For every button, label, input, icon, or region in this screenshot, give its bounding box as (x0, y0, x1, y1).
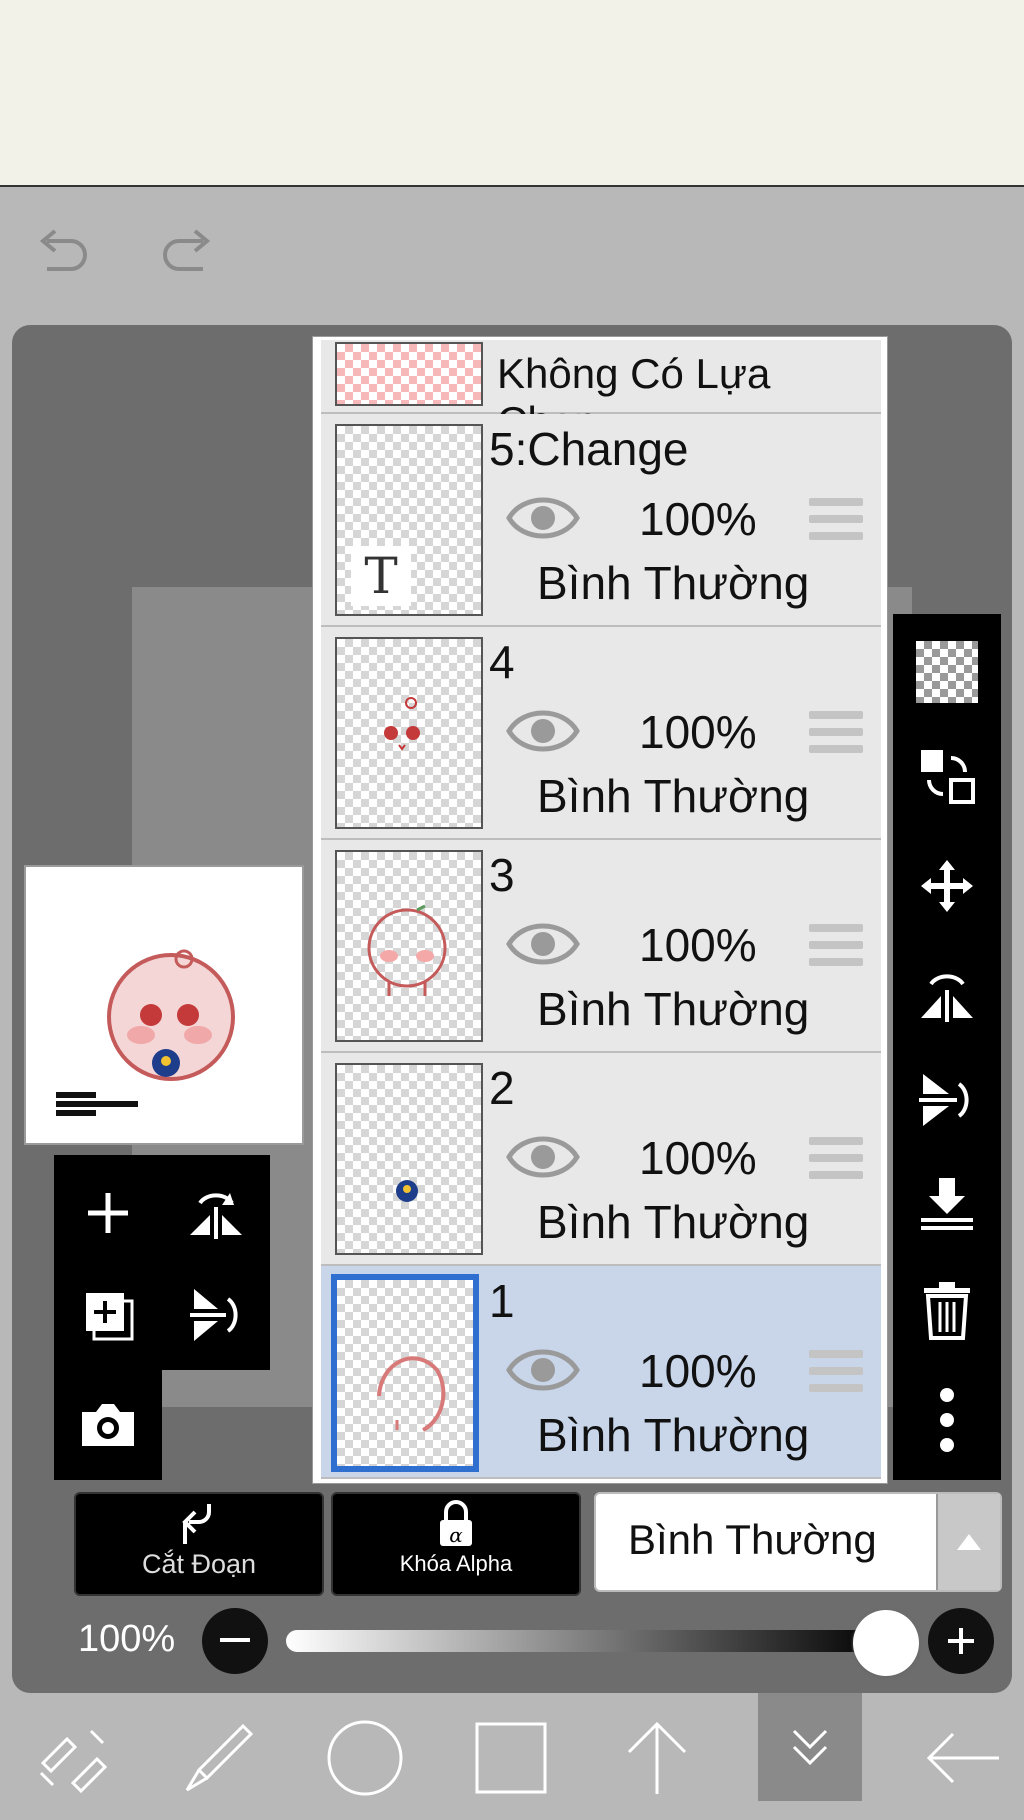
flip-vertical-icon[interactable] (176, 1275, 256, 1355)
layer-thumbnail[interactable] (331, 1274, 479, 1472)
svg-text:α: α (449, 1523, 463, 1547)
canvas-top-area (0, 0, 1024, 187)
layer-row[interactable]: 1 100% Bình Thường (321, 1266, 881, 1479)
layer-opacity: 100% (639, 1132, 757, 1184)
merge-down-icon[interactable] (893, 1154, 1001, 1254)
layer-thumbnail[interactable]: T (335, 424, 483, 616)
clipping-label: Cắt Đoạn (141, 1549, 257, 1579)
flip-horizontal-icon[interactable] (176, 1173, 256, 1253)
triangle-up-icon (957, 1534, 981, 1550)
layer-thumbnail[interactable] (335, 637, 483, 829)
layer-blend-mode: Bình Thường (537, 1409, 810, 1461)
layer-thumbnail[interactable] (335, 1063, 483, 1255)
brush-icon[interactable] (146, 1695, 292, 1820)
trash-icon[interactable] (893, 1260, 1001, 1360)
selection-thumbnail (335, 342, 483, 406)
layer-opacity: 100% (639, 919, 757, 971)
layer-thumbnail-art (396, 1180, 418, 1202)
opacity-slider-track[interactable] (286, 1630, 886, 1652)
redo-icon[interactable] (152, 217, 222, 287)
eye-icon[interactable] (505, 1344, 581, 1396)
layer-blend-mode: Bình Thường (537, 1196, 810, 1248)
selection-layer-row[interactable]: Không Có Lựa Chọn (321, 340, 881, 445)
layer-quick-tools (54, 1155, 270, 1480)
alpha-lock-icon: α (440, 1500, 472, 1547)
layer-name: 3 (489, 849, 515, 901)
flip-layer-vertical-icon[interactable] (893, 1050, 1001, 1150)
layer-name: 2 (489, 1062, 515, 1114)
layer-opacity: 100% (639, 706, 757, 758)
swap-layer-icon[interactable] (893, 726, 1001, 826)
add-layer-icon[interactable] (68, 1173, 148, 1253)
layer-name: 5:Change (489, 423, 689, 475)
arrow-up-icon[interactable] (584, 1695, 730, 1820)
undo-icon[interactable] (28, 217, 98, 287)
layer-opacity: 100% (639, 1345, 757, 1397)
select-transform-icon[interactable] (0, 1695, 146, 1820)
layer-name: 4 (489, 636, 515, 688)
layer-blend-mode: Bình Thường (537, 983, 810, 1035)
blend-mode-dropdown[interactable] (936, 1494, 1000, 1590)
layer-blend-mode: Bình Thường (537, 557, 810, 609)
layer-name: 1 (489, 1275, 515, 1327)
transparency-icon[interactable] (893, 622, 1001, 722)
alpha-lock-label: Khóa Alpha (399, 1551, 513, 1576)
move-icon[interactable] (893, 836, 1001, 936)
layer-row[interactable]: T 5:Change 100% Bình Thường (321, 414, 881, 627)
eye-icon[interactable] (505, 492, 581, 544)
clipping-button[interactable]: Cắt Đoạn (74, 1492, 324, 1596)
layer-row[interactable]: 4 100% Bình Thường (321, 627, 881, 840)
opacity-value: 100% (78, 1618, 176, 1660)
minus-icon (220, 1638, 250, 1642)
camera-icon[interactable] (68, 1385, 148, 1465)
plus-icon (948, 1628, 974, 1654)
eye-icon[interactable] (505, 1131, 581, 1183)
duplicate-layer-icon[interactable] (68, 1275, 148, 1355)
layer-thumbnail-art (384, 697, 420, 751)
blend-mode-value: Bình Thường (628, 1516, 877, 1563)
layer-panel: Không Có Lựa Chọn T 5:Change 100% Bình Thườ… (313, 337, 887, 1483)
drag-handle-icon[interactable] (809, 711, 863, 757)
clipping-icon (182, 1504, 211, 1544)
ellipse-icon[interactable] (292, 1695, 438, 1820)
flip-layer-horizontal-icon[interactable] (893, 944, 1001, 1044)
drag-handle-icon[interactable] (809, 498, 863, 544)
layer-blend-mode: Bình Thường (537, 770, 810, 822)
eye-icon[interactable] (505, 705, 581, 757)
opacity-increase-button[interactable] (928, 1608, 994, 1674)
blend-mode-select[interactable]: Bình Thường (594, 1492, 1002, 1592)
drag-handle-icon[interactable] (809, 924, 863, 970)
opacity-slider-thumb[interactable] (853, 1610, 919, 1676)
layer-row[interactable]: 3 100% Bình Thường (321, 840, 881, 1053)
layer-opacity: 100% (639, 493, 757, 545)
layer-row[interactable]: 2 100% Bình Thường (321, 1053, 881, 1266)
canvas-preview (24, 865, 304, 1145)
opacity-slider-row: 100% (0, 1600, 1024, 1680)
alpha-lock-button[interactable]: α Khóa Alpha (331, 1492, 581, 1596)
drag-handle-icon[interactable] (809, 1350, 863, 1396)
text-layer-glyph: T (351, 546, 411, 606)
eye-icon[interactable] (505, 918, 581, 970)
drag-handle-icon[interactable] (809, 1137, 863, 1183)
opacity-decrease-button[interactable] (202, 1608, 268, 1674)
rectangle-icon[interactable] (438, 1695, 584, 1820)
bottom-toolbar (0, 1693, 1024, 1820)
layer-thumbnail-art (377, 1356, 446, 1432)
layer-side-toolbar (893, 614, 1001, 1480)
layer-thumbnail-art (367, 904, 447, 996)
back-arrow-icon[interactable] (890, 1695, 1024, 1820)
collapse-panel-icon[interactable] (758, 1693, 862, 1801)
more-options-icon[interactable] (893, 1370, 1001, 1470)
history-toolbar (0, 187, 1024, 317)
layer-thumbnail[interactable] (335, 850, 483, 1042)
